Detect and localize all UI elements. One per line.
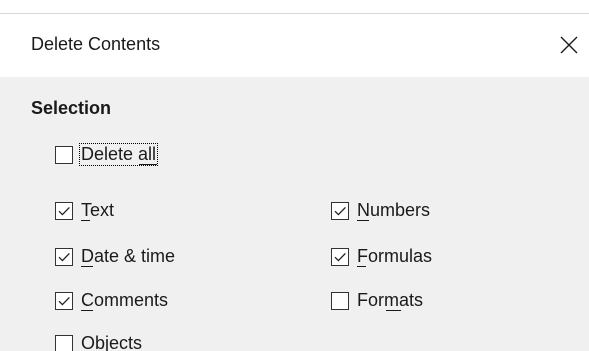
date-time-label: Date & time <box>81 246 176 267</box>
comments-label: Comments <box>81 290 169 311</box>
formats-box[interactable] <box>331 291 349 310</box>
numbers-checkbox[interactable]: Numbers <box>331 200 430 221</box>
formulas-checkbox[interactable]: Formulas <box>331 246 432 267</box>
comments-checkbox[interactable]: Comments <box>55 290 168 311</box>
date-time-box[interactable] <box>55 247 73 266</box>
formats-label: Formats <box>357 290 424 311</box>
delete-all-box[interactable] <box>55 145 73 164</box>
close-icon <box>560 36 578 54</box>
delete-all-label: Delete all <box>79 143 159 166</box>
delete-all-checkbox[interactable]: Delete all <box>55 143 159 166</box>
delete-contents-dialog: Delete Contents Selection Delete all Tex… <box>0 14 589 351</box>
close-button[interactable] <box>551 28 587 62</box>
formulas-label: Formulas <box>357 246 433 267</box>
text-checkbox[interactable]: Text <box>55 200 114 221</box>
formats-checkbox[interactable]: Formats <box>331 290 423 311</box>
checkmark-icon <box>58 252 70 262</box>
dialog-title: Delete Contents <box>31 34 161 54</box>
numbers-box[interactable] <box>331 201 349 220</box>
checkmark-icon <box>58 206 70 216</box>
checkmark-icon <box>334 206 346 216</box>
checkmark-icon <box>334 252 346 262</box>
objects-checkbox[interactable]: Objects <box>55 333 142 351</box>
title-bar: Delete Contents <box>0 14 589 77</box>
text-box[interactable] <box>55 201 73 220</box>
comments-box[interactable] <box>55 291 73 310</box>
selection-heading: Selection <box>31 98 112 118</box>
text-label: Text <box>81 200 115 221</box>
objects-label: Objects <box>81 333 143 351</box>
numbers-label: Numbers <box>357 200 431 221</box>
objects-box[interactable] <box>55 334 73 351</box>
date-time-checkbox[interactable]: Date & time <box>55 246 175 267</box>
checkmark-icon <box>58 296 70 306</box>
formulas-box[interactable] <box>331 247 349 266</box>
